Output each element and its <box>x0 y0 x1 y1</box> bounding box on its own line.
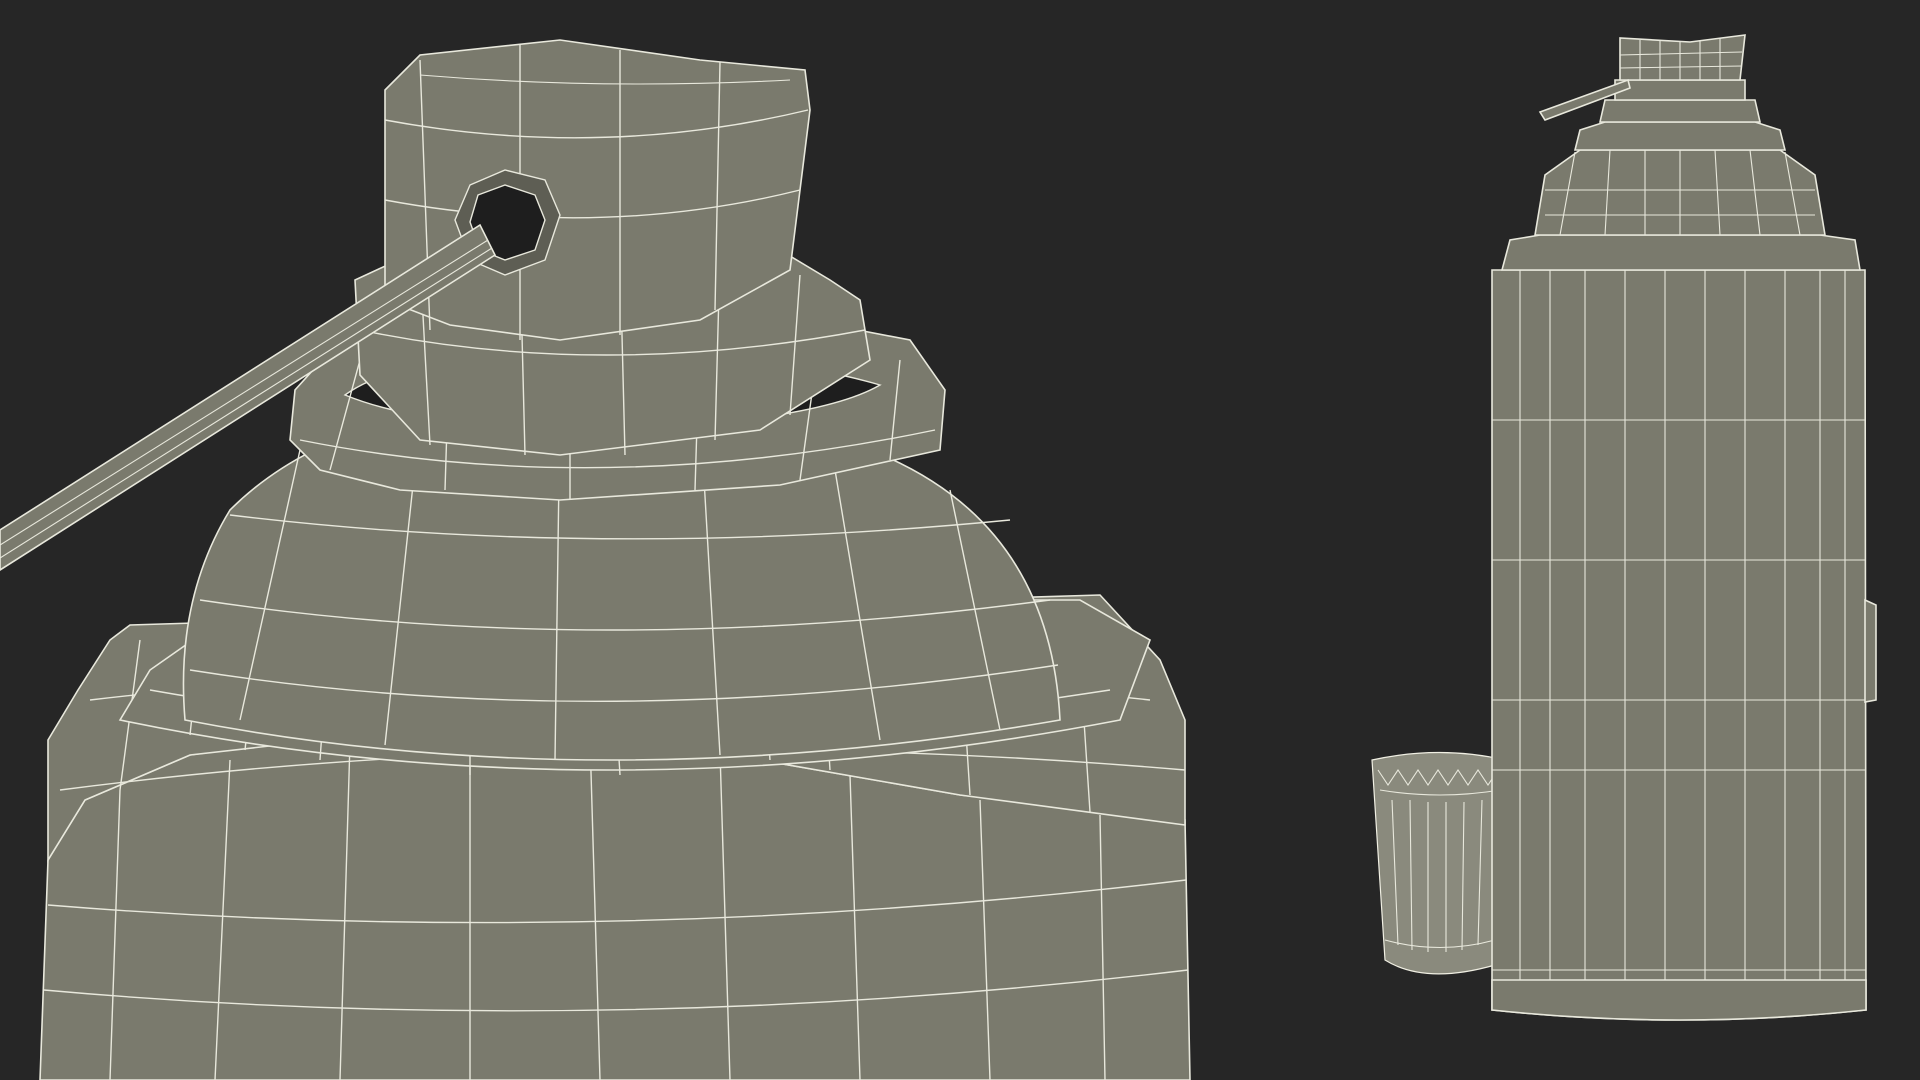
actuator-cap <box>384 39 811 341</box>
can-body <box>1491 269 1877 1021</box>
closeup-view <box>0 39 1191 1080</box>
wireframe-render <box>0 34 1877 1080</box>
can-shoulder <box>1500 149 1861 271</box>
cap <box>1371 751 1506 975</box>
seam-tab <box>1864 598 1877 703</box>
full-view <box>1371 34 1877 1021</box>
